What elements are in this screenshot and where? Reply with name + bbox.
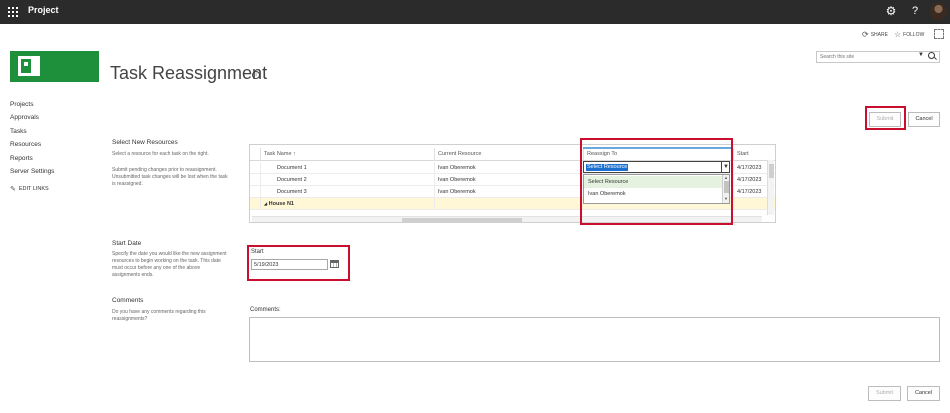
comments-textarea[interactable]: [249, 317, 940, 362]
collapse-triangle-icon[interactable]: ◢: [264, 201, 267, 206]
suite-bar: Project ⚙ ?: [0, 0, 950, 24]
sort-ascending-icon: ↑: [293, 151, 296, 157]
nav-item-server-settings[interactable]: Server Settings: [10, 165, 100, 178]
left-navigation: Projects Approvals Tasks Resources Repor…: [10, 98, 100, 178]
cancel-button-top[interactable]: Cancel: [908, 112, 940, 127]
grid-vertical-scrollbar[interactable]: [767, 160, 774, 215]
project-logo-icon: [18, 56, 40, 76]
app-launcher-icon[interactable]: [8, 7, 18, 17]
cancel-button-bottom[interactable]: Cancel: [907, 386, 940, 401]
focus-content-icon[interactable]: [934, 29, 944, 39]
nav-item-reports[interactable]: Reports: [10, 152, 100, 165]
current-resource-cell: Ivan Oberemok: [434, 162, 583, 174]
highlight-reassign-column: [580, 138, 733, 225]
search-icon[interactable]: [928, 52, 935, 59]
submit-button-bottom[interactable]: Submit: [868, 386, 901, 401]
edit-links-label: EDIT LINKS: [18, 186, 49, 192]
info-icon[interactable]: i: [252, 71, 260, 79]
nav-item-tasks[interactable]: Tasks: [10, 125, 100, 138]
column-header-current-resource[interactable]: Current Resource: [434, 148, 583, 161]
start-date-section-desc: Specify the date you would like the new …: [112, 251, 227, 278]
nav-item-resources[interactable]: Resources: [10, 138, 100, 151]
highlight-start-date: [247, 245, 350, 281]
comments-section-title: Comments: [112, 297, 144, 304]
current-resource-cell: Ivan Oberemok: [434, 186, 583, 198]
task-name-cell: Document 2: [260, 174, 434, 186]
resources-section-title: Select New Resources: [112, 139, 178, 146]
grid-vertical-scroll-thumb[interactable]: [769, 164, 774, 178]
nav-item-projects[interactable]: Projects: [10, 98, 100, 111]
current-resource-cell: Ivan Oberemok: [434, 174, 583, 186]
search-scope-chevron-down-icon[interactable]: ▼: [918, 52, 924, 58]
comments-label: Comments:: [250, 307, 281, 313]
star-icon: ☆: [894, 30, 902, 39]
column-header-task-name-label: Task Name: [264, 151, 292, 157]
share-icon: ⟳: [862, 30, 869, 39]
group-cell: ◢ House N1: [260, 198, 434, 210]
project-logo[interactable]: [10, 51, 99, 82]
column-header-task-name[interactable]: Task Name ↑: [260, 148, 434, 161]
user-avatar[interactable]: [930, 3, 947, 20]
grid-horizontal-scroll-thumb[interactable]: [402, 218, 522, 222]
page-title: Task Reassignment: [110, 63, 268, 83]
comments-section-desc: Do you have any comments regarding this …: [112, 309, 206, 322]
share-button[interactable]: ⟳ SHARE: [862, 30, 888, 39]
help-icon[interactable]: ?: [908, 4, 922, 18]
edit-links-button[interactable]: ✎ EDIT LINKS: [10, 185, 49, 193]
resources-section-desc: Select a resource for each task on the r…: [112, 151, 209, 157]
settings-gear-icon[interactable]: ⚙: [884, 4, 898, 18]
follow-button[interactable]: ☆ FOLLOW: [894, 30, 924, 39]
nav-item-approvals[interactable]: Approvals: [10, 111, 100, 124]
task-name-cell: Document 3: [260, 186, 434, 198]
follow-label: FOLLOW: [903, 31, 925, 38]
action-row: ⟳ SHARE ☆ FOLLOW: [0, 24, 950, 44]
group-resource-cell: [434, 198, 583, 210]
highlight-submit: [865, 106, 906, 130]
start-date-section-title: Start Date: [112, 240, 142, 247]
app-title[interactable]: Project: [28, 5, 59, 15]
task-name-cell: Document 1: [260, 162, 434, 174]
share-label: SHARE: [870, 31, 888, 38]
resources-section-note: Submit pending changes prior to reassign…: [112, 167, 228, 187]
pencil-icon: ✎: [10, 186, 16, 193]
group-label: House N1: [268, 201, 294, 207]
